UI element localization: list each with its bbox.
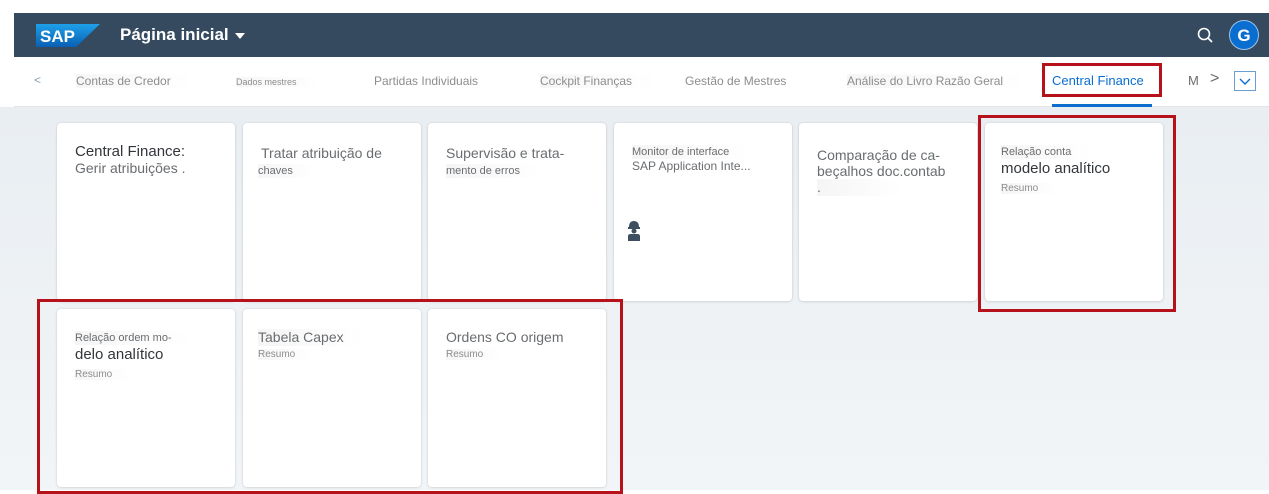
tile-ordens-co-origem[interactable]: Ordens CO origem Resumo xyxy=(428,309,606,487)
shell-bar: SAP Página inicial G xyxy=(14,13,1269,57)
tile-relacao-conta-modelo-analitico[interactable]: Relação conta modelo analítico Resumo xyxy=(985,123,1163,301)
tab-gestao-de-mestres[interactable]: Gestão de Mestres xyxy=(685,74,786,88)
tile-title: Supervisão e trata- xyxy=(446,145,565,161)
tile-tratar-atribuicao-chaves[interactable]: Tratar atribuição de chaves xyxy=(243,123,421,301)
tile-title: Relação ordem mo- xyxy=(75,331,192,345)
tile-supervisao-tratamento-erros[interactable]: Supervisão e trata- mento de erros xyxy=(428,123,606,301)
tab-overflow-button[interactable] xyxy=(1234,71,1256,91)
scroll-left-icon[interactable]: < xyxy=(34,73,41,87)
tile-relacao-ordem-modelo-analitico[interactable]: Relação ordem mo- delo analítico Resumo xyxy=(57,309,235,487)
tile-title: Tabela Capex xyxy=(258,329,364,346)
tile-title: Ordens CO origem xyxy=(446,329,564,345)
tab-central-finance[interactable]: Central Finance xyxy=(1052,73,1144,88)
chevron-down-icon xyxy=(1239,78,1251,85)
caret-down-icon xyxy=(234,33,245,39)
sap-logo-text: SAP xyxy=(40,27,75,46)
tile-title: Tratar atribuição de xyxy=(261,145,382,161)
tile-subtitle: Resumo xyxy=(1001,183,1059,194)
page-title: Página inicial xyxy=(120,25,229,44)
tile-central-finance-gerir-atribuicoes[interactable]: Central Finance: Gerir atribuições . xyxy=(57,123,235,301)
tile-title-line3: . xyxy=(817,179,901,196)
tile-title-line2: delo analítico xyxy=(75,346,164,363)
search-icon[interactable] xyxy=(1195,25,1217,47)
tab-analise-livro-razao[interactable]: Análise do Livro Razão Geral xyxy=(847,74,1028,88)
tile-tabela-capex[interactable]: Tabela Capex Resumo xyxy=(243,309,421,487)
tile-title-line2: SAP Application Inte... xyxy=(632,159,751,173)
tile-subtitle: Resumo xyxy=(446,349,504,360)
tile-title: Central Finance: xyxy=(75,143,186,160)
tab-contas-de-credor[interactable]: Contas de Credor xyxy=(76,74,195,88)
tile-subtitle: Resumo xyxy=(258,349,316,360)
tab-partidas-individuais[interactable]: Partidas Individuais xyxy=(374,74,478,88)
tab-dados-mestres[interactable]: Dados mestres xyxy=(236,77,321,87)
tile-title-line2: modelo analítico xyxy=(1001,160,1111,177)
tile-title-line2: beçalhos doc.contab xyxy=(817,163,946,179)
tile-comparacao-cabecalhos[interactable]: Comparação de ca- beçalhos doc.contab . xyxy=(799,123,977,301)
home-title-menu[interactable]: Página inicial xyxy=(120,24,245,46)
space-tab-bar: < Contas de Credor Dados mestres Partida… xyxy=(14,57,1269,107)
tile-subtitle: Resumo xyxy=(75,369,133,380)
worker-icon xyxy=(628,221,640,241)
tile-title: Monitor de interface xyxy=(632,145,750,159)
tile-subtitle: mento de erros xyxy=(446,164,540,178)
tile-monitor-interface[interactable]: Monitor de interface SAP Application Int… xyxy=(614,123,792,301)
tile-title: Relação conta xyxy=(1001,145,1092,159)
sap-logo[interactable]: SAP xyxy=(36,24,100,47)
tab-overflow-label[interactable]: M xyxy=(1188,73,1199,88)
scroll-right-icon[interactable]: > xyxy=(1210,70,1219,88)
tile-title: Comparação de ca- xyxy=(817,147,940,163)
tab-cockpit-financas[interactable]: Cockpit Finanças xyxy=(540,74,657,88)
tile-subtitle: chaves xyxy=(258,164,313,178)
tile-title-line2: Gerir atribuições . xyxy=(75,160,186,176)
user-avatar[interactable]: G xyxy=(1229,20,1259,50)
